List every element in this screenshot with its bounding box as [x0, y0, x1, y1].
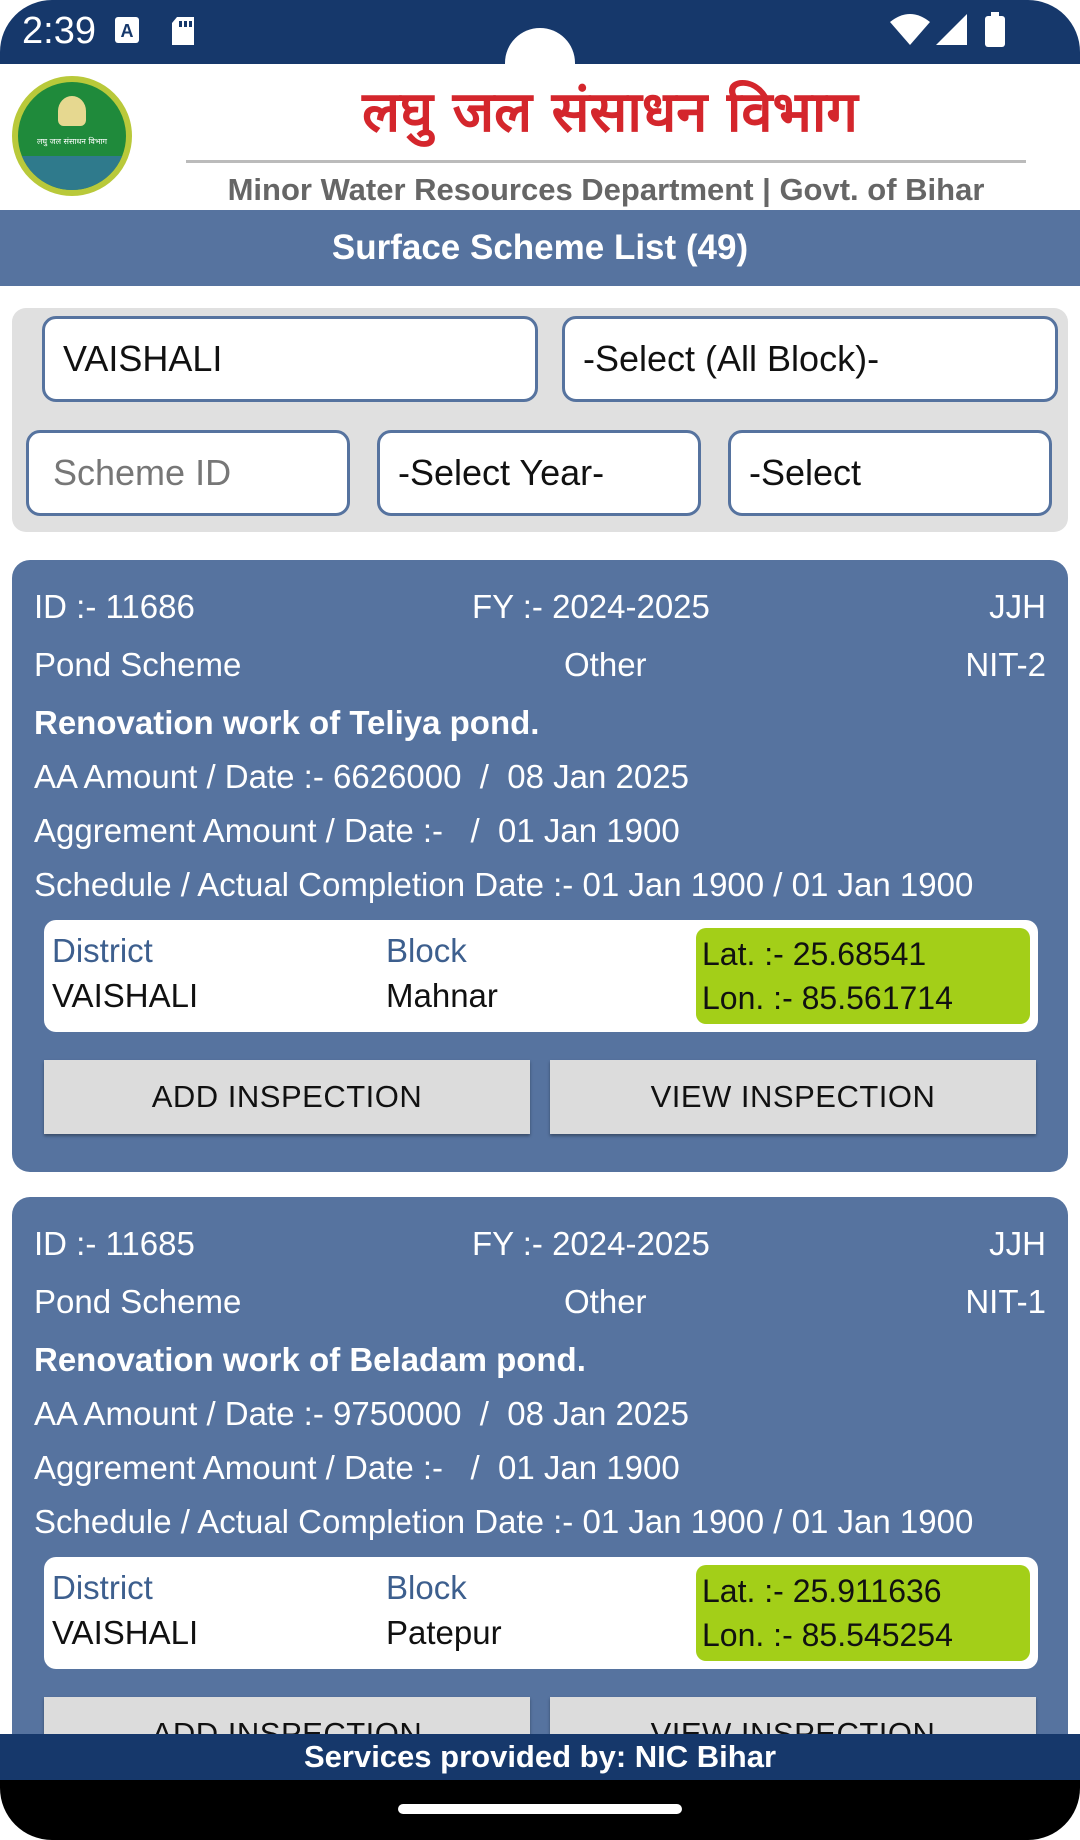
- aa-amount-date: AA Amount / Date :- 6626000 / 08 Jan 202…: [34, 758, 689, 795]
- nit-number: NIT-1: [965, 1283, 1046, 1320]
- completion-dates: Schedule / Actual Completion Date :- 01 …: [34, 1503, 974, 1540]
- scheme-type-select[interactable]: -Select: [728, 430, 1052, 516]
- nit-number: NIT-2: [965, 646, 1046, 683]
- coordinates-box: Lat. :- 25.911636 Lon. :- 85.545254: [696, 1565, 1030, 1661]
- scheme-category: Other: [564, 646, 647, 683]
- district-value: VAISHALI: [52, 1614, 199, 1651]
- battery-icon: [984, 12, 1006, 53]
- scheme-type: Pond Scheme: [34, 646, 242, 683]
- agency-code: JJH: [989, 1225, 1046, 1262]
- scheme-category: Other: [564, 1283, 647, 1320]
- signal-icon: [934, 14, 968, 51]
- block-label: Block: [386, 1569, 467, 1606]
- agency-code: JJH: [989, 588, 1046, 625]
- location-panel: District VAISHALI Block Patepur Lat. :- …: [44, 1557, 1038, 1669]
- work-name: Renovation work of Beladam pond.: [34, 1341, 586, 1378]
- financial-year: FY :- 2024-2025: [472, 588, 710, 625]
- filter-panel: VAISHALI -Select (All Block)- Scheme ID …: [12, 308, 1068, 532]
- home-gesture-bar[interactable]: [398, 1804, 682, 1814]
- header-divider: [186, 160, 1026, 163]
- block-value: Patepur: [386, 1614, 502, 1651]
- scheme-id-input[interactable]: Scheme ID: [26, 430, 350, 516]
- agreement-amount-date: Aggrement Amount / Date :- / 01 Jan 1900: [34, 812, 680, 849]
- latitude: Lat. :- 25.911636: [702, 1573, 942, 1609]
- year-select[interactable]: -Select Year-: [377, 430, 701, 516]
- scheme-id: ID :- 11686: [34, 588, 195, 625]
- text-notification-icon: A: [114, 16, 140, 49]
- scheme-id: ID :- 11685: [34, 1225, 195, 1262]
- financial-year: FY :- 2024-2025: [472, 1225, 710, 1262]
- block-value: Mahnar: [386, 977, 498, 1014]
- system-nav-bar: [0, 1780, 1080, 1840]
- app-header: लघु जल संसाधन विभाग लघु जल संसाधन विभाग …: [0, 64, 1080, 210]
- block-label: Block: [386, 932, 467, 969]
- page-title: Surface Scheme List (49): [0, 210, 1080, 286]
- scheme-card[interactable]: ID :- 11686 FY :- 2024-2025 JJH Pond Sch…: [12, 560, 1068, 1172]
- footer-credit: Services provided by: NIC Bihar: [0, 1734, 1080, 1780]
- district-select[interactable]: VAISHALI: [42, 316, 538, 402]
- status-time: 2:39: [22, 10, 96, 52]
- svg-text:A: A: [121, 21, 134, 41]
- scheme-type: Pond Scheme: [34, 1283, 242, 1320]
- district-value: VAISHALI: [52, 977, 199, 1014]
- work-name: Renovation work of Teliya pond.: [34, 704, 540, 741]
- wifi-icon: [890, 14, 930, 51]
- coordinates-box: Lat. :- 25.68541 Lon. :- 85.561714: [696, 928, 1030, 1024]
- sd-card-icon: [170, 16, 196, 51]
- latitude: Lat. :- 25.68541: [702, 936, 927, 972]
- agreement-amount-date: Aggrement Amount / Date :- / 01 Jan 1900: [34, 1449, 680, 1486]
- add-inspection-button[interactable]: ADD INSPECTION: [44, 1060, 530, 1134]
- district-label: District: [52, 1569, 153, 1606]
- department-logo: लघु जल संसाधन विभाग: [12, 76, 132, 196]
- hindi-title: लघु जल संसाधन विभाग: [362, 80, 858, 145]
- longitude: Lon. :- 85.561714: [702, 980, 953, 1016]
- aa-amount-date: AA Amount / Date :- 9750000 / 08 Jan 202…: [34, 1395, 689, 1432]
- district-label: District: [52, 932, 153, 969]
- view-inspection-button[interactable]: VIEW INSPECTION: [550, 1060, 1036, 1134]
- block-select[interactable]: -Select (All Block)-: [562, 316, 1058, 402]
- department-subtitle: Minor Water Resources Department | Govt.…: [227, 172, 985, 207]
- scheme-card[interactable]: ID :- 11685 FY :- 2024-2025 JJH Pond Sch…: [12, 1197, 1068, 1809]
- location-panel: District VAISHALI Block Mahnar Lat. :- 2…: [44, 920, 1038, 1032]
- longitude: Lon. :- 85.545254: [702, 1617, 953, 1653]
- completion-dates: Schedule / Actual Completion Date :- 01 …: [34, 866, 974, 903]
